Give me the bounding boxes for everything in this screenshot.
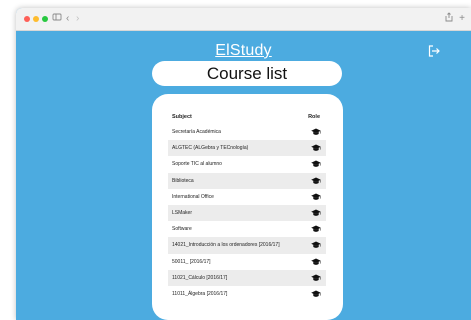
graduation-cap-icon bbox=[311, 290, 321, 298]
forward-icon[interactable]: › bbox=[76, 12, 79, 26]
table-row[interactable]: 11011_Álgebra [2016/17] bbox=[168, 286, 326, 302]
table-row[interactable]: Soporte TIC al alumno bbox=[168, 156, 326, 172]
course-subject: Software bbox=[172, 226, 192, 233]
page-title: Course list bbox=[152, 61, 342, 86]
subject-column-header: Subject bbox=[172, 114, 192, 120]
table-row[interactable]: Secretaría Académica bbox=[168, 124, 326, 140]
table-row[interactable]: 11021_Cálculo [2016/17] bbox=[168, 269, 326, 286]
course-subject: Soporte TIC al alumno bbox=[172, 161, 222, 168]
graduation-cap-icon bbox=[311, 209, 321, 217]
table-row[interactable]: ALGTEC (ALGebra y TECnología) bbox=[168, 140, 326, 157]
browser-titlebar: ‹ › + bbox=[16, 8, 471, 31]
graduation-cap-icon bbox=[311, 225, 321, 233]
course-list-card: Subject Role Secretaría Académica ALGTEC… bbox=[152, 94, 343, 320]
course-subject: International Office bbox=[172, 193, 214, 200]
table-row[interactable]: LSMaker bbox=[168, 204, 326, 222]
table-row[interactable]: Software bbox=[168, 221, 326, 237]
app-brand-link[interactable]: ElStudy bbox=[16, 42, 471, 60]
graduation-cap-icon bbox=[311, 144, 321, 152]
table-row[interactable]: Biblioteca bbox=[168, 172, 326, 189]
course-subject: Secretaría Académica bbox=[172, 129, 221, 135]
course-subject: ALGTEC (ALGebra y TECnología) bbox=[172, 145, 249, 152]
course-subject: Biblioteca bbox=[172, 177, 194, 184]
course-subject: 11021_Cálculo [2016/17] bbox=[172, 274, 228, 281]
table-row[interactable]: 14021_Introducción a los ordenadores [20… bbox=[168, 237, 326, 254]
course-subject: 14021_Introducción a los ordenadores [20… bbox=[172, 242, 280, 249]
close-window-button[interactable] bbox=[24, 16, 30, 22]
graduation-cap-icon bbox=[311, 274, 321, 282]
minimize-window-button[interactable] bbox=[33, 16, 39, 22]
graduation-cap-icon bbox=[311, 193, 321, 201]
course-subject: 50011_ [2016/17] bbox=[172, 258, 211, 265]
graduation-cap-icon bbox=[311, 241, 321, 249]
table-row[interactable]: 50011_ [2016/17] bbox=[168, 254, 326, 270]
course-table: Subject Role Secretaría Académica ALGTEC… bbox=[168, 110, 326, 302]
share-icon[interactable] bbox=[445, 12, 453, 27]
table-row[interactable]: International Office bbox=[168, 189, 326, 205]
graduation-cap-icon bbox=[311, 258, 321, 266]
graduation-cap-icon bbox=[311, 160, 321, 168]
graduation-cap-icon bbox=[311, 177, 321, 185]
maximize-window-button[interactable] bbox=[42, 16, 48, 22]
logout-icon[interactable] bbox=[427, 44, 441, 58]
new-tab-icon[interactable]: + bbox=[459, 12, 465, 26]
course-subject: 11011_Álgebra [2016/17] bbox=[172, 290, 228, 297]
browser-window: ‹ › + ElStudy Course list Subject Role S… bbox=[16, 8, 471, 320]
sidebar-icon[interactable] bbox=[52, 12, 62, 27]
back-icon[interactable]: ‹ bbox=[66, 12, 69, 26]
course-subject: LSMaker bbox=[172, 209, 193, 216]
table-header: Subject Role bbox=[168, 110, 326, 124]
role-column-header: Role bbox=[308, 114, 320, 120]
graduation-cap-icon bbox=[311, 128, 321, 136]
